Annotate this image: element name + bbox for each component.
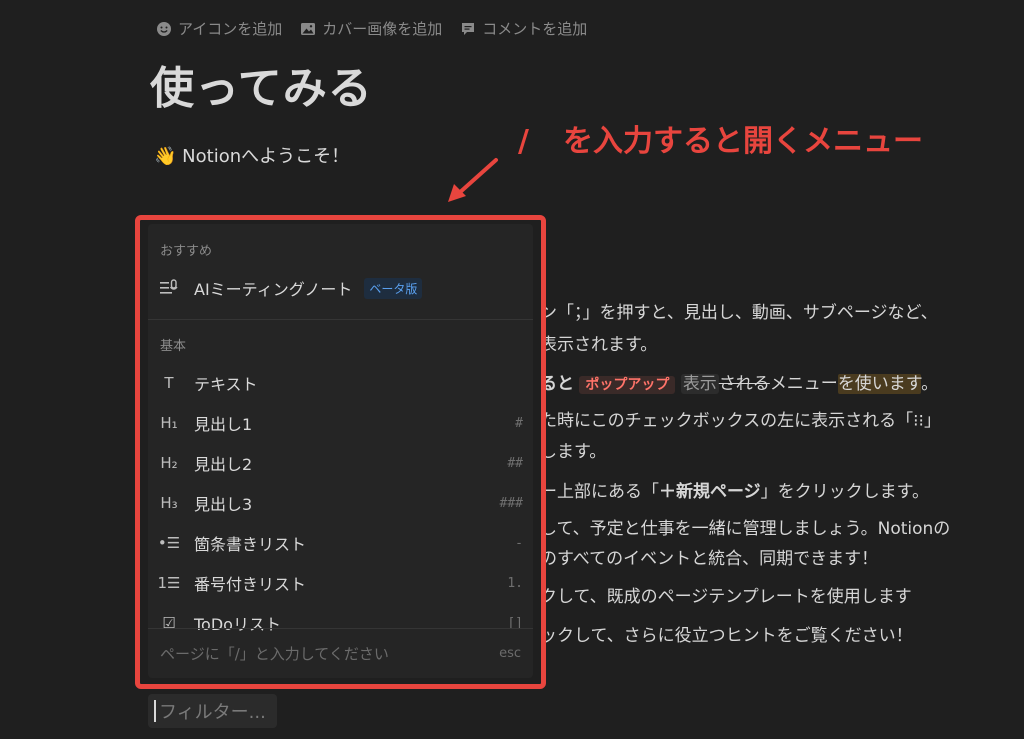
doc-line-7[interactable]: して、予定と仕事を一緒に管理しましょう。Notionの [540,514,950,539]
image-icon [301,22,316,35]
add-icon-button[interactable]: アイコンを追加 [156,18,282,39]
doc-line-5[interactable]: します。 [540,437,606,462]
display-tag: 表示 [680,374,719,394]
heading-2-icon: H₂ [160,454,178,472]
welcome-label: Notionへようこそ！ [182,146,350,167]
doc-line-3-c: 。 [921,374,939,394]
menu-item-label: 番号付きリスト [194,575,307,594]
section-recommended: おすすめ [160,244,213,259]
add-cover-button[interactable]: カバー画像を追加 [300,18,442,39]
bulleted-list-icon: •☰ [157,534,181,552]
menu-item-label: 見出し1 [194,415,253,434]
menu-item-shortcut: ## [507,455,523,471]
esc-hint[interactable]: esc [499,646,521,661]
doc-line-6[interactable]: ー上部にある「＋新規ページ」をクリックします。 [540,477,929,502]
text-caret [154,700,156,722]
ai-meeting-label: AIミーティングノート [194,280,353,299]
doc-line-8[interactable]: のすべてのイベントと統合、同期できます！ [540,544,878,569]
add-cover-label: カバー画像を追加 [322,20,443,38]
menu-item-heading-2[interactable]: H₂ 見出し2 ## [158,446,523,480]
menu-item-label: 見出し2 [194,455,253,474]
menu-item-text[interactable]: T テキスト [158,366,523,400]
annotation-callout: / を入力すると開くメニュー [518,116,923,160]
menu-item-shortcut: - [515,535,523,551]
menu-item-shortcut: ### [499,495,523,511]
doc-line-1[interactable]: ン「；」を押すと、見出し、動画、サブページなど、 [540,298,938,323]
annotation-slash: / [518,124,529,159]
menu-item-ai-meeting-notes[interactable]: AIミーティングノート ベータ版 [158,271,523,305]
menu-item-bulleted-list[interactable]: •☰ 箇条書きリスト - [158,526,523,560]
filter-input[interactable]: フィルター... [148,694,277,728]
highlighted-text: を使います [837,374,922,394]
welcome-text[interactable]: 👋 Notionへようこそ！ [154,142,349,168]
add-comment-label: コメントを追加 [482,20,588,38]
doc-line-6-a: ー上部にある「 [540,482,659,502]
strike-text: される [718,374,770,394]
popup-tag: ポップアップ [579,376,676,394]
footer-hint: ページに「/」と入力してください [160,645,389,663]
menu-item-label: テキスト [194,375,258,394]
menu-item-shortcut: 1. [507,575,523,591]
section-basic: 基本 [160,339,187,354]
annotation-text: を入力すると開くメニュー [562,124,923,159]
doc-line-9[interactable]: クして、既成のページテンプレートを使用します [540,582,912,607]
menu-item-label: 見出し3 [194,495,253,514]
menu-item-label: 箇条書きリスト [194,535,307,554]
menu-item-shortcut: # [515,415,523,431]
smiley-icon [157,21,171,36]
heading-1-icon: H₁ [160,414,178,432]
slash-command-menu: おすすめ AIミーティングノート ベータ版 基本 T テキスト H₁ 見出し1 … [148,224,533,678]
annotation-arrow-icon [448,158,498,202]
doc-line-3-b: メニュー [769,374,838,394]
comment-icon [462,22,475,35]
menu-item-heading-3[interactable]: H₃ 見出し3 ### [158,486,523,520]
new-page-text: ＋新規ページ [659,482,761,502]
add-icon-label: アイコンを追加 [178,20,283,38]
add-comment-button[interactable]: コメントを追加 [460,18,587,39]
wave-emoji: 👋 [154,146,177,167]
doc-line-6-c: 」をクリックします。 [760,482,929,502]
text-icon: T [164,374,174,392]
filter-placeholder: フィルター... [159,702,266,723]
page-header-actions: アイコンを追加 カバー画像を追加 コメントを追加 [156,18,587,39]
beta-badge: ベータ版 [364,277,423,299]
menu-footer: ページに「/」と入力してください esc [148,628,533,678]
menu-divider [148,319,533,320]
ai-meeting-icon [158,279,180,297]
doc-line-3[interactable]: ると ポップアップ 表示 されるメニューを使います。 [540,369,938,394]
numbered-list-icon: 1☰ [157,574,181,592]
doc-line-4[interactable]: た時にこのチェックボックスの左に表示される「⁝⁝」 [540,406,941,431]
doc-line-2[interactable]: 表示されます。 [540,330,657,355]
heading-3-icon: H₃ [160,494,178,512]
slash-menu-highlight-frame: おすすめ AIミーティングノート ベータ版 基本 T テキスト H₁ 見出し1 … [135,215,546,689]
page-title[interactable]: 使ってみる [150,52,373,116]
doc-line-10[interactable]: ックして、さらに役立つヒントをご覧ください！ [540,621,913,646]
menu-item-heading-1[interactable]: H₁ 見出し1 # [158,406,523,440]
menu-item-numbered-list[interactable]: 1☰ 番号付きリスト 1. [157,566,524,600]
